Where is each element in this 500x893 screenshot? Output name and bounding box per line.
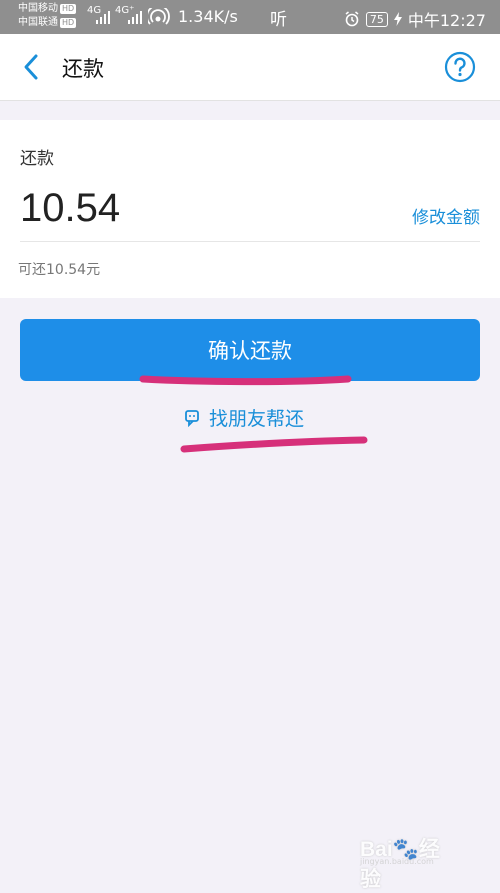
chat-bubble-icon <box>185 409 199 427</box>
page-title: 还款 <box>62 57 104 81</box>
clock: 中午12:27 <box>407 11 486 30</box>
signal-icon-2 <box>128 11 142 24</box>
chevron-left-icon[interactable] <box>20 53 44 81</box>
question-circle-icon[interactable] <box>444 51 476 83</box>
repayment-card: 还款 10.54 修改金额 可还10.54元 <box>0 120 500 298</box>
signal-icon <box>96 11 110 24</box>
carrier-1: 中国移动 <box>18 3 58 14</box>
watermark: Bai🐾经验 jingyan.baidu.com <box>360 825 456 891</box>
status-right: 75 中午12:27 <box>344 7 486 31</box>
annotation-underline-2 <box>180 436 368 453</box>
carrier-2: 中国联通 <box>18 17 58 28</box>
hd-badge: HD <box>60 4 77 14</box>
annotation-underline-1 <box>139 375 352 386</box>
alarm-icon <box>345 11 359 27</box>
nav-bar: 还款 <box>0 34 500 101</box>
network-speed: 1.34K/s <box>178 7 238 26</box>
modify-amount-link[interactable]: 修改金额 <box>412 203 480 228</box>
repay-label: 还款 <box>20 149 54 169</box>
friend-help-label: 找朋友帮还 <box>209 408 305 430</box>
watermark-sub: jingyan.baidu.com <box>360 857 434 866</box>
carrier-info: 中国移动 HD 中国联通 HD <box>18 2 77 30</box>
hotspot-icon <box>148 8 170 25</box>
ting-indicator: 听 <box>270 10 287 30</box>
divider <box>20 241 480 242</box>
charging-icon <box>393 12 402 26</box>
friend-help-link[interactable]: 找朋友帮还 <box>184 404 304 431</box>
repay-amount: 10.54 <box>20 186 121 230</box>
available-amount: 可还10.54元 <box>18 262 101 278</box>
battery-level: 75 <box>365 11 388 27</box>
hd-badge-2: HD <box>60 18 77 28</box>
status-bar: 中国移动 HD 中国联通 HD 4G 4G⁺ 1.34K/s 听 75 中午12:2… <box>0 0 500 34</box>
